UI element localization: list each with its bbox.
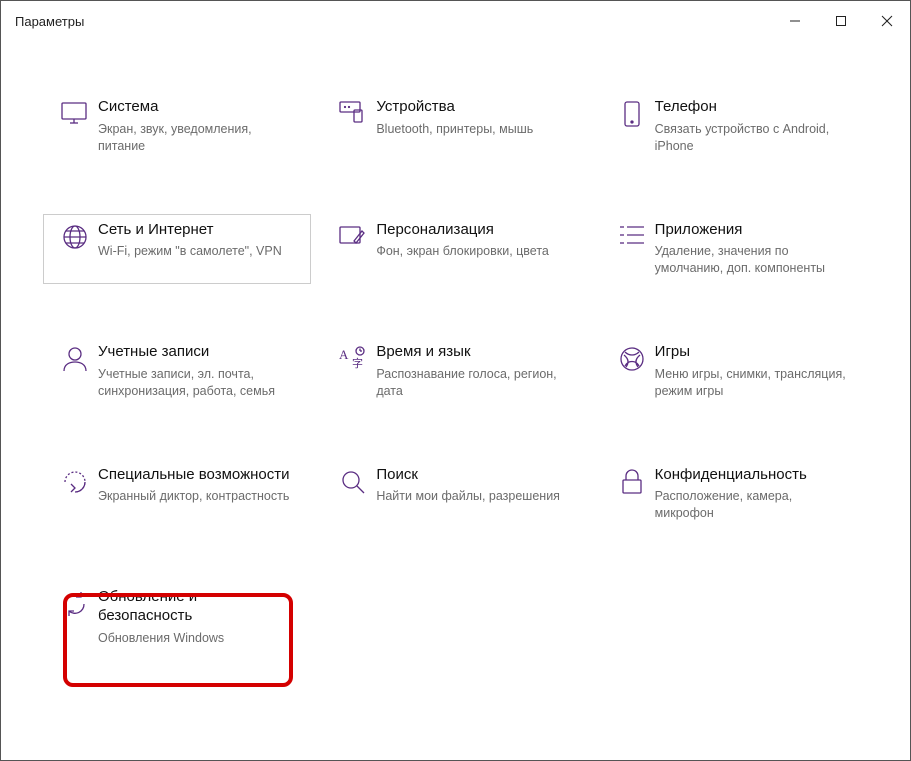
tile-sub: Фон, экран блокировки, цвета xyxy=(376,243,570,260)
maximize-button[interactable] xyxy=(818,1,864,41)
window-controls xyxy=(772,1,910,41)
time-language-icon: A字 xyxy=(338,345,368,371)
globe-icon xyxy=(61,223,89,251)
tile-sub: Экранный диктор, контрастность xyxy=(98,488,292,505)
tile-search[interactable]: Поиск Найти мои файлы, разрешения xyxy=(321,459,589,530)
svg-text:A: A xyxy=(339,347,349,362)
close-button[interactable] xyxy=(864,1,910,41)
lock-icon xyxy=(620,468,644,496)
tile-title: Игры xyxy=(655,343,849,362)
person-icon xyxy=(61,345,89,373)
tile-update-security[interactable]: Обновление и безопасность Обновления Win… xyxy=(43,581,311,653)
tile-accounts[interactable]: Учетные записи Учетные записи, эл. почта… xyxy=(43,336,311,407)
update-icon xyxy=(61,590,89,618)
tile-sub: Меню игры, снимки, трансляция, режим игр… xyxy=(655,366,849,400)
minimize-icon xyxy=(789,15,801,27)
tile-devices[interactable]: Устройства Bluetooth, принтеры, мышь xyxy=(321,91,589,162)
tile-sub: Экран, звук, уведомления, питание xyxy=(98,121,292,155)
tile-apps[interactable]: Приложения Удаление, значения по умолчан… xyxy=(600,214,868,285)
tile-gaming[interactable]: Игры Меню игры, снимки, трансляция, режи… xyxy=(600,336,868,407)
window-title: Параметры xyxy=(15,14,84,29)
tile-sub: Найти мои файлы, разрешения xyxy=(376,488,570,505)
tile-title: Поиск xyxy=(376,466,570,485)
brush-icon xyxy=(338,223,368,249)
tile-sub: Удаление, значения по умолчанию, доп. ко… xyxy=(655,243,849,277)
tile-ease-of-access[interactable]: Специальные возможности Экранный диктор,… xyxy=(43,459,311,530)
titlebar: Параметры xyxy=(1,1,910,41)
tile-title: Система xyxy=(98,98,292,117)
tile-sub: Bluetooth, принтеры, мышь xyxy=(376,121,570,138)
tile-system[interactable]: Система Экран, звук, уведомления, питани… xyxy=(43,91,311,162)
tile-sub: Расположение, камера, микрофон xyxy=(655,488,849,522)
tile-title: Устройства xyxy=(376,98,570,117)
tile-personalization[interactable]: Персонализация Фон, экран блокировки, цв… xyxy=(321,214,589,285)
tile-privacy[interactable]: Конфиденциальность Расположение, камера,… xyxy=(600,459,868,530)
ease-icon xyxy=(61,468,89,496)
devices-icon xyxy=(338,100,368,126)
tile-sub: Wi-Fi, режим "в самолете", VPN xyxy=(98,243,292,260)
tile-sub: Распознавание голоса, регион, дата xyxy=(376,366,570,400)
tile-title: Телефон xyxy=(655,98,849,117)
tile-sub: Учетные записи, эл. почта, синхронизация… xyxy=(98,366,292,400)
search-icon xyxy=(339,468,367,496)
minimize-button[interactable] xyxy=(772,1,818,41)
xbox-icon xyxy=(618,345,646,373)
system-icon xyxy=(60,100,90,126)
tile-title: Специальные возможности xyxy=(98,466,292,485)
tile-phone[interactable]: Телефон Связать устройство с Android, iP… xyxy=(600,91,868,162)
tile-network[interactable]: Сеть и Интернет Wi-Fi, режим "в самолете… xyxy=(43,214,311,285)
apps-icon xyxy=(618,223,646,247)
svg-text:字: 字 xyxy=(352,356,363,370)
tile-title: Учетные записи xyxy=(98,343,292,362)
tile-title: Обновление и безопасность xyxy=(98,588,292,626)
tile-title: Персонализация xyxy=(376,221,570,240)
tile-sub: Связать устройство с Android, iPhone xyxy=(655,121,849,155)
settings-grid: Система Экран, звук, уведомления, питани… xyxy=(43,91,868,653)
tile-title: Приложения xyxy=(655,221,849,240)
phone-icon xyxy=(621,100,643,130)
maximize-icon xyxy=(835,15,847,27)
tile-sub: Обновления Windows xyxy=(98,630,292,647)
close-icon xyxy=(881,15,893,27)
tile-title: Время и язык xyxy=(376,343,570,362)
tile-title: Конфиденциальность xyxy=(655,466,849,485)
tile-time-language[interactable]: A字 Время и язык Распознавание голоса, ре… xyxy=(321,336,589,407)
tile-title: Сеть и Интернет xyxy=(98,221,292,240)
